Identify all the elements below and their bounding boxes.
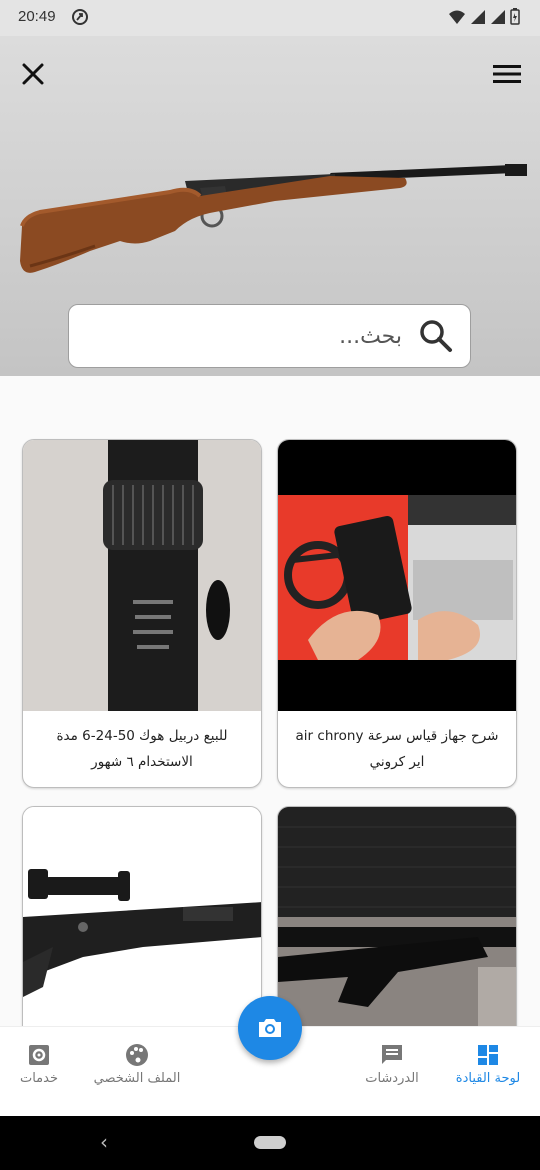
scoped-rifle-photo	[23, 807, 261, 1026]
nav-profile[interactable]: الملف الشخصي	[82, 1043, 192, 1086]
signal-icon-2	[491, 9, 505, 24]
wifi-icon	[449, 10, 465, 24]
close-button[interactable]	[14, 56, 52, 92]
scope-photo	[23, 440, 261, 711]
nav-chats-label: الدردشات	[365, 1071, 419, 1086]
post-title: شرح جهاز قياس سرعة air chrony اير كروني	[295, 728, 499, 770]
battery-icon	[510, 8, 520, 25]
menu-icon	[493, 65, 521, 83]
post-image	[278, 440, 516, 711]
post-card[interactable]: للبيع دربيل هوك 50-24-6 مدة الاستخدام ٦ …	[22, 439, 262, 788]
back-icon[interactable]: ‹	[100, 1130, 108, 1154]
post-card[interactable]	[22, 806, 262, 1026]
post-card[interactable]	[277, 806, 517, 1026]
header-banner	[0, 36, 540, 376]
app-screen: 20:49 بحث... شرح جهاز قياس سرعة air chro…	[0, 0, 540, 1170]
post-card[interactable]: شرح جهاز قياس سرعة air chrony اير كروني	[277, 439, 517, 788]
nav-profile-label: الملف الشخصي	[93, 1071, 181, 1086]
palette-icon	[126, 1044, 148, 1066]
dashboard-icon	[478, 1045, 498, 1065]
camera-button[interactable]	[238, 996, 302, 1060]
nav-services[interactable]: خدمات	[0, 1043, 94, 1086]
home-pill[interactable]	[254, 1136, 286, 1149]
camera-icon	[259, 1019, 281, 1037]
post-image	[23, 440, 261, 711]
close-icon	[22, 63, 44, 85]
status-bar: 20:49	[0, 0, 540, 36]
chrony-video-thumbnail	[278, 440, 516, 711]
gear-icon	[29, 1045, 49, 1065]
post-image	[278, 807, 516, 1026]
signal-icon	[471, 9, 485, 24]
menu-button[interactable]	[488, 56, 526, 92]
post-image	[23, 807, 261, 1026]
chat-icon	[382, 1045, 402, 1064]
nav-services-label: خدمات	[19, 1071, 59, 1086]
rifle-case-photo	[278, 807, 516, 1026]
nav-chats[interactable]: الدردشات	[337, 1043, 447, 1086]
search-input[interactable]	[142, 323, 402, 349]
nav-dashboard[interactable]: لوحة القيادة	[433, 1043, 540, 1086]
status-time: 20:49	[18, 8, 56, 25]
search-icon[interactable]	[418, 318, 454, 354]
status-icons	[448, 8, 520, 25]
system-navigation-bar: ‹	[0, 1116, 540, 1170]
nav-dashboard-label: لوحة القيادة	[455, 1071, 521, 1086]
post-title: للبيع دربيل هوك 50-24-6 مدة الاستخدام ٦ …	[56, 728, 228, 770]
notification-icon	[72, 9, 88, 25]
search-bar[interactable]	[68, 304, 471, 368]
posts-grid[interactable]: شرح جهاز قياس سرعة air chrony اير كروني	[0, 376, 540, 1026]
